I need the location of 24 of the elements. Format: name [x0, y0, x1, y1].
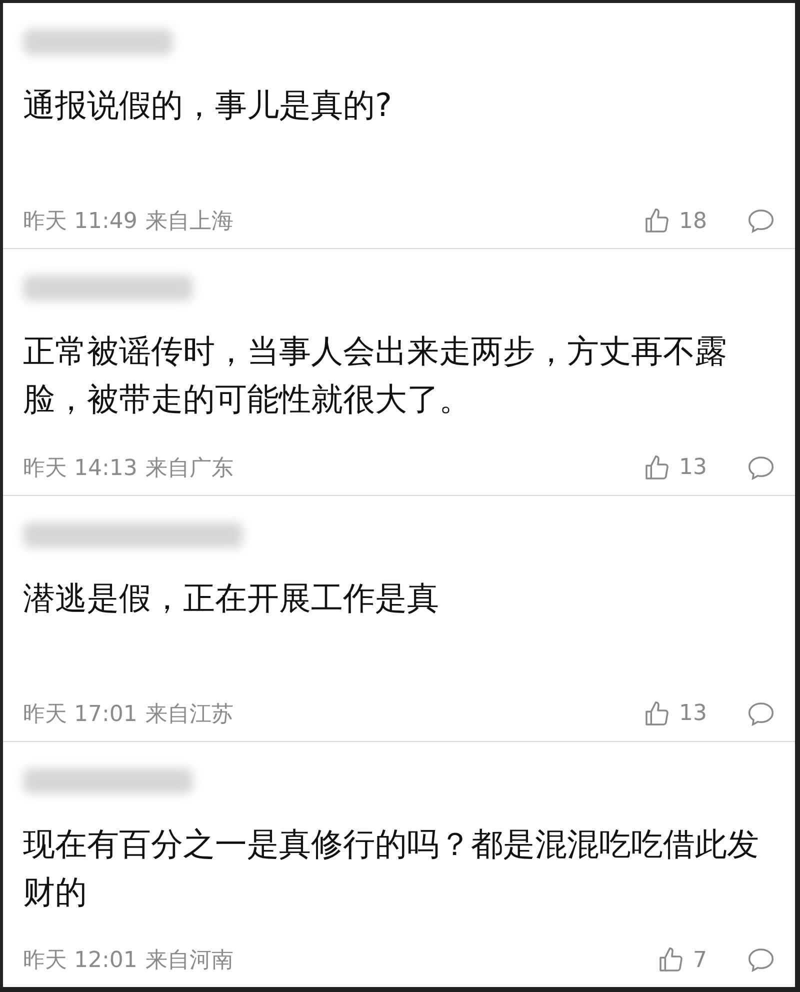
thumbs-up-icon[interactable] [643, 207, 671, 236]
comment-location: 来自上海 [145, 208, 234, 236]
comment-icon[interactable] [747, 947, 775, 973]
thumbs-up-icon[interactable] [643, 700, 671, 728]
comment-time: 昨天 11:49 [23, 208, 138, 236]
comment-time: 昨天 12:01 [23, 947, 138, 975]
thumbs-up-icon[interactable] [657, 946, 685, 974]
comment-icon[interactable] [747, 700, 775, 727]
comment-text: 正常被谣传时，当事人会出来走两步，方丈再不露脸，被带走的可能性就很大了。 [23, 331, 728, 420]
comment-location: 来自广东 [145, 454, 234, 482]
comment-icon[interactable] [747, 454, 775, 480]
comment-location: 来自河南 [145, 947, 234, 975]
comment-text: 潜逃是假，正在开展工作是真 [23, 578, 440, 618]
comment-icon[interactable] [747, 208, 775, 234]
comment-text: 通报说假的，事儿是真的? [23, 85, 393, 126]
comment-location: 来自江苏 [145, 700, 234, 729]
like-count: 13 [679, 455, 707, 480]
thumbs-up-icon[interactable] [643, 454, 671, 482]
like-count: 13 [679, 701, 707, 726]
comment-time: 昨天 17:01 [23, 700, 138, 729]
like-count: 7 [693, 948, 707, 972]
comment-time: 昨天 14:13 [23, 454, 138, 482]
comment-text: 现在有百分之一是真修行的吗？都是混混吃吃借此发财的 [23, 824, 760, 913]
like-count: 18 [679, 208, 707, 234]
